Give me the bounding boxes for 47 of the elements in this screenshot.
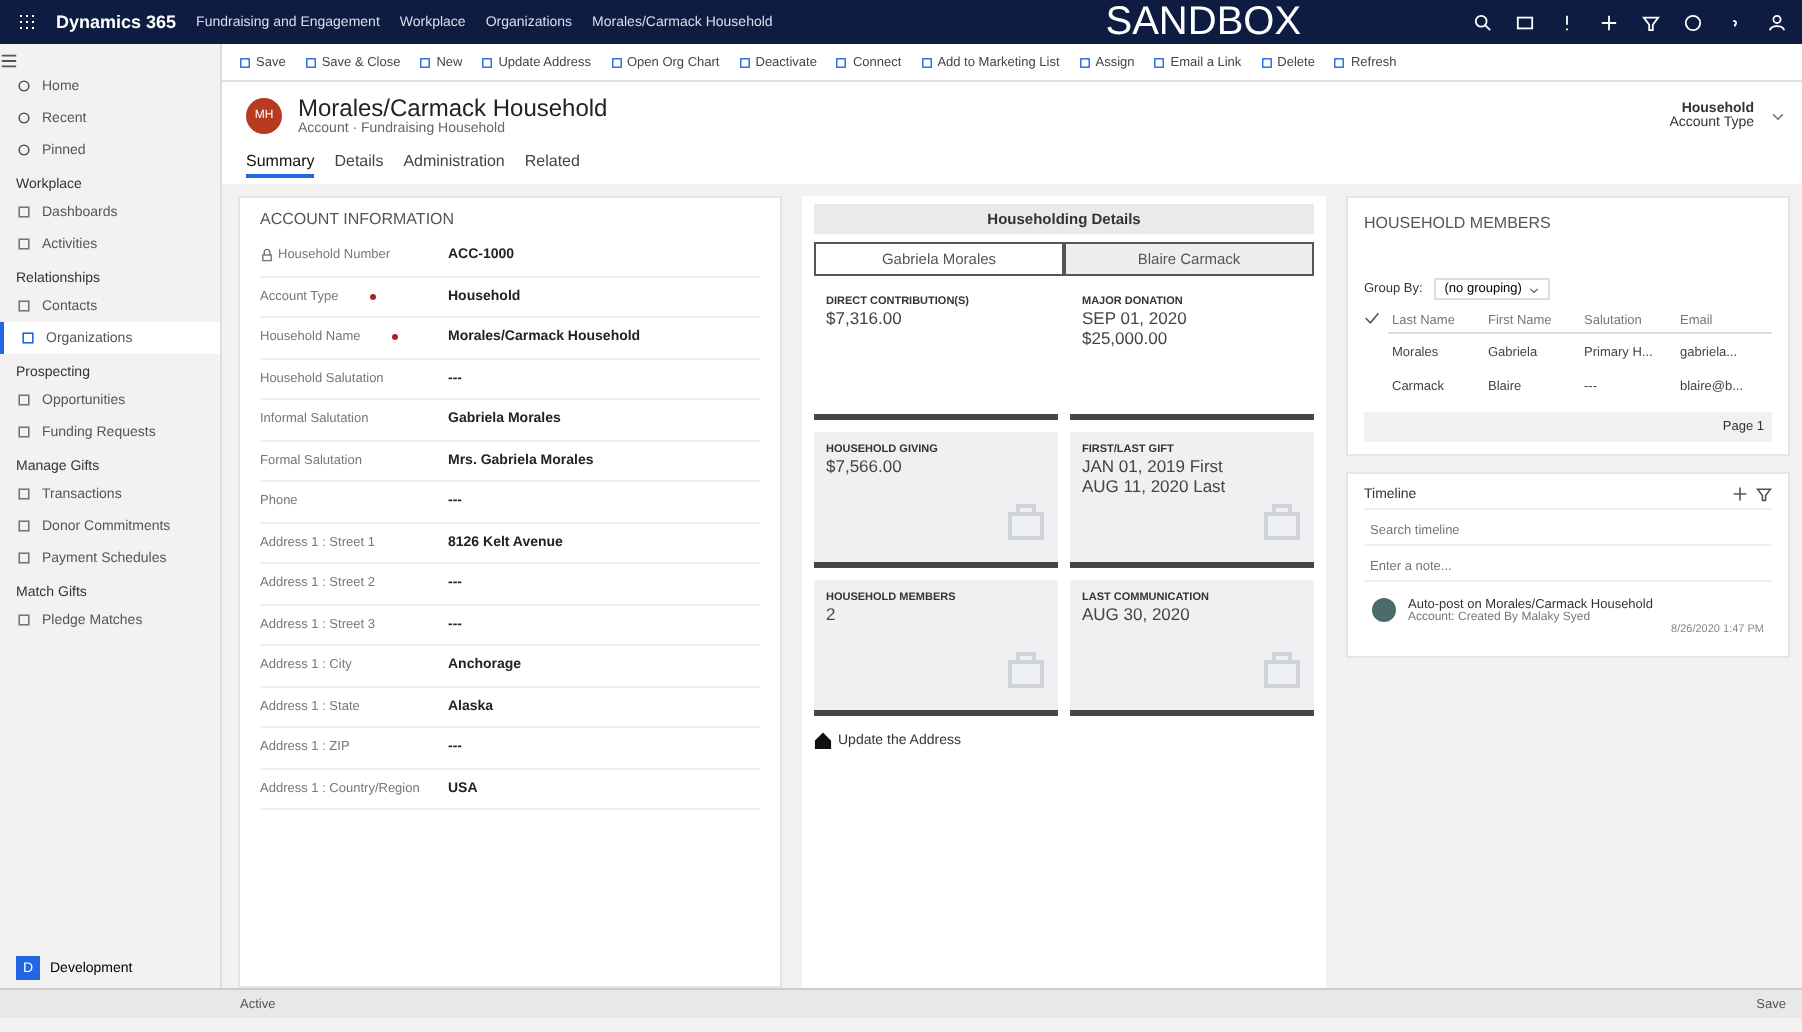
plus-button[interactable] xyxy=(1600,13,1618,31)
command-icon xyxy=(303,55,318,69)
plus-icon xyxy=(1732,486,1749,502)
command-icon xyxy=(1259,55,1274,69)
form-tab[interactable]: Related xyxy=(524,152,580,178)
tile-value: $25,000.00 xyxy=(1082,328,1170,348)
command-icon xyxy=(1077,55,1092,69)
plus-icon xyxy=(1600,13,1618,31)
command-icon xyxy=(418,55,433,69)
tile-value: AUG 30, 2020 xyxy=(1082,604,1192,624)
chevron-down-icon xyxy=(1527,283,1540,295)
command-icon xyxy=(609,55,623,69)
tile-value: AUG 11, 2020 Last xyxy=(1082,476,1228,496)
form-tab[interactable]: Details xyxy=(334,152,384,178)
tile-value: $7,566.00 xyxy=(826,456,904,476)
house-icon xyxy=(814,732,832,750)
hamburger-menu-icon xyxy=(0,52,18,70)
section-title: ACCOUNT INFORMATION xyxy=(260,208,457,232)
tile-value: $7,316.00 xyxy=(826,308,904,328)
entity-icon xyxy=(16,612,32,628)
filter-button[interactable] xyxy=(1642,13,1660,31)
user-button[interactable] xyxy=(1768,13,1786,31)
environment-label: SANDBOX xyxy=(1105,0,1302,45)
check-icon xyxy=(1364,310,1380,326)
user-icon xyxy=(1768,13,1786,31)
command-icon xyxy=(737,55,752,69)
search-button[interactable] xyxy=(1474,13,1492,31)
command-icon xyxy=(1332,55,1347,69)
tile-value: JAN 01, 2019 First xyxy=(1082,456,1225,476)
command-icon xyxy=(834,55,849,69)
form-tab[interactable]: Administration xyxy=(403,152,505,178)
command-icon xyxy=(480,55,495,69)
app-name[interactable]: Dynamics 365 xyxy=(56,12,177,32)
waffle-icon xyxy=(16,12,36,32)
command-icon xyxy=(1152,55,1167,69)
record-title: Morales/Carmack Household xyxy=(298,94,608,122)
lock-icon xyxy=(260,248,274,263)
form-tab[interactable]: Summary xyxy=(246,152,315,178)
section-title: HOUSEHOLD MEMBERS xyxy=(1364,212,1553,236)
tile-value: SEP 01, 2020 xyxy=(1082,308,1189,328)
avatar-icon xyxy=(1372,598,1396,622)
command-icon xyxy=(919,55,934,69)
filter-icon xyxy=(1756,486,1772,502)
tile-value: 2 xyxy=(826,604,838,624)
command-icon xyxy=(238,55,252,69)
filter-icon xyxy=(1642,13,1660,31)
search-icon xyxy=(1474,13,1492,31)
